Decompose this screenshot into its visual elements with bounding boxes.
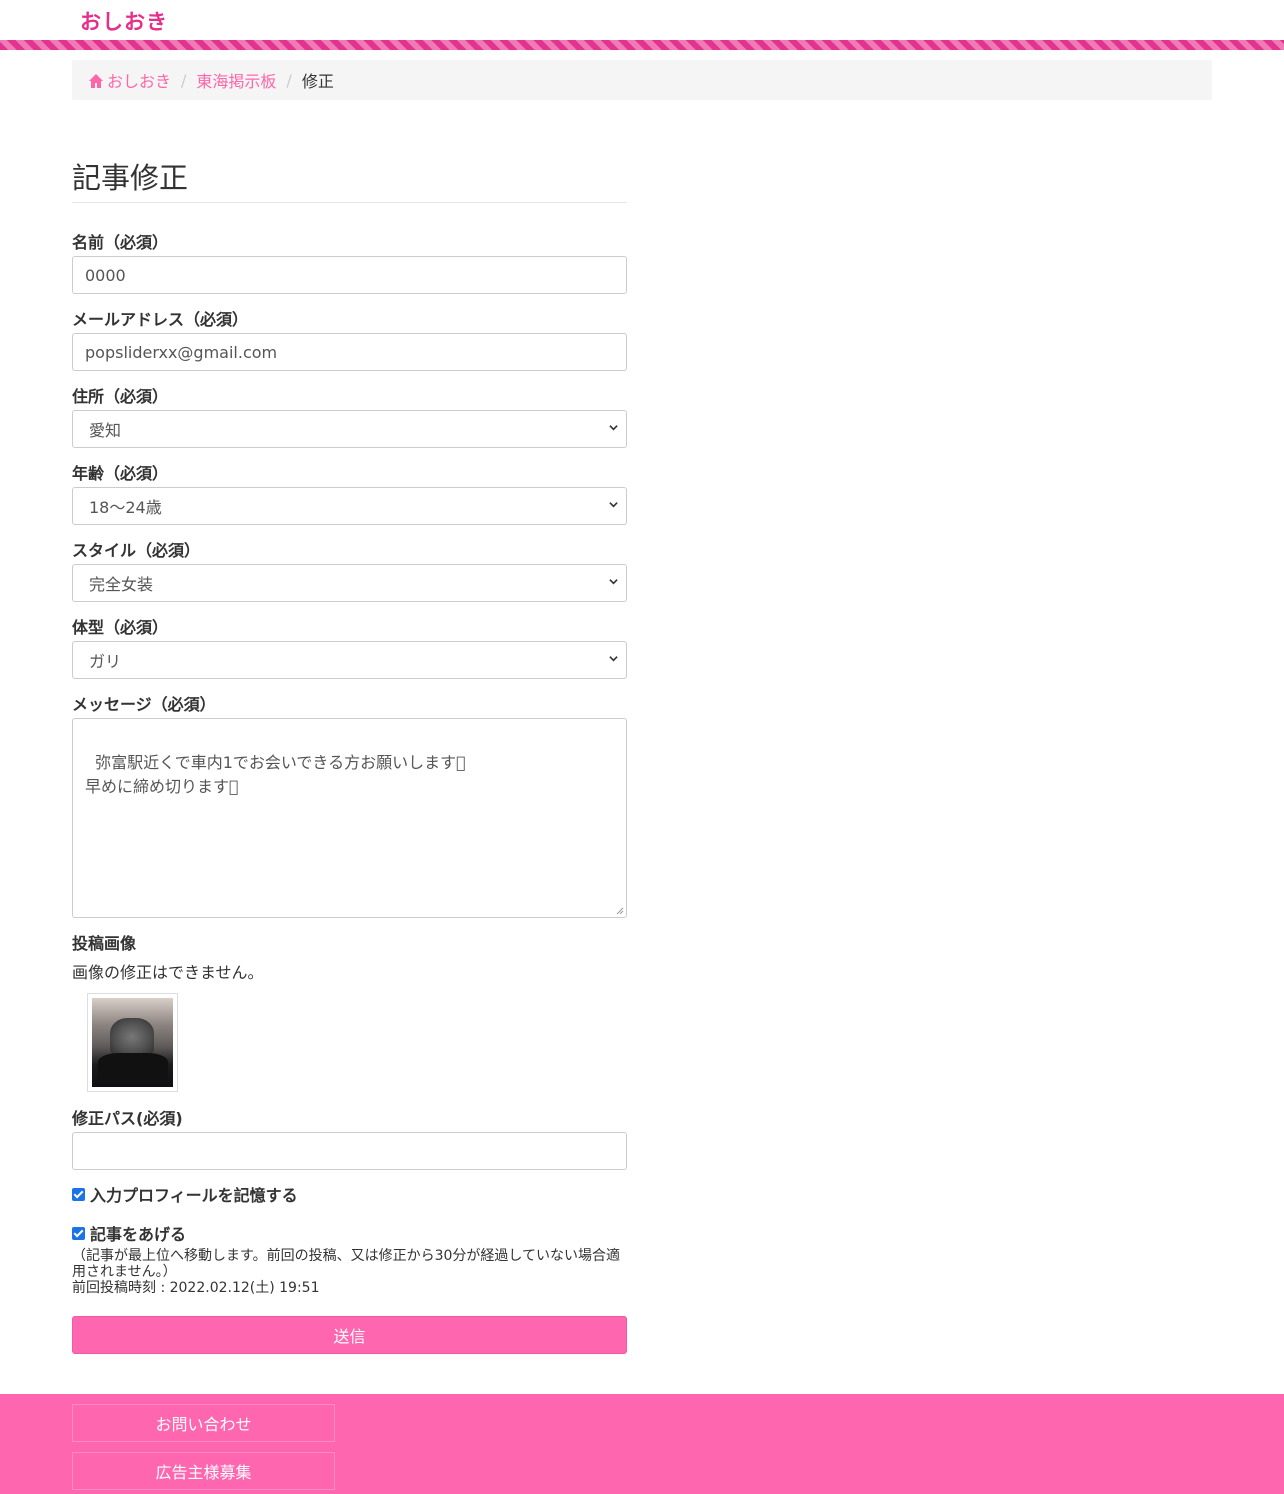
post-image (92, 998, 173, 1087)
remember-profile-row: 入力プロフィールを記憶する (72, 1182, 298, 1206)
breadcrumb-current: 修正 (301, 72, 334, 91)
email-label: メールアドレス（必須） (72, 310, 249, 329)
message-textarea[interactable]: 弥富駅近くで車内1でお会いできる方お願いします  早めに締め切ります  (72, 718, 627, 918)
age-select[interactable]: 18〜24歳 (72, 487, 627, 525)
chevron-down-icon (609, 502, 618, 508)
style-select[interactable]: 完全女装 (72, 564, 627, 602)
resize-handle-icon[interactable] (616, 907, 624, 915)
top-bar: おしおき (0, 0, 1284, 40)
message-label: メッセージ（必須） (72, 695, 216, 714)
address-label: 住所（必須） (72, 387, 169, 406)
name-label: 名前（必須） (72, 233, 169, 252)
body-type-select[interactable]: ガリ (72, 641, 627, 679)
post-image-thumbnail (87, 993, 178, 1092)
message-text: 弥富駅近くで車内1でお会いできる方お願いします  早めに締め切ります  (85, 753, 466, 796)
last-post-time: 前回投稿時刻 : 2022.02.12(土) 19:51 (72, 1280, 320, 1296)
body-type-label: 体型（必須） (72, 618, 169, 637)
submit-button[interactable]: 送信 (72, 1316, 627, 1354)
breadcrumb-home[interactable]: おしおき (88, 68, 171, 92)
body-type-select-value: ガリ (89, 652, 122, 671)
bump-note: （記事が最上位へ移動します。前回の投稿、又は修正から30分が経過していない場合適… (72, 1248, 620, 1280)
remember-profile-label[interactable]: 入力プロフィールを記憶する (90, 1182, 298, 1206)
remember-profile-checkbox[interactable] (72, 1187, 85, 1201)
advertisers-button[interactable]: 広告主様募集 (72, 1452, 335, 1490)
breadcrumb-separator: / (181, 70, 187, 90)
password-input[interactable] (72, 1132, 627, 1170)
chevron-down-icon (609, 425, 618, 431)
breadcrumb-separator: / (286, 70, 292, 90)
email-input[interactable]: popsliderxx@gmail.com (72, 333, 627, 371)
bump-post-row: 記事をあげる (72, 1221, 186, 1245)
page-title: 記事修正 (72, 161, 189, 195)
address-select[interactable]: 愛知 (72, 410, 627, 448)
password-label: 修正パス(必須) (72, 1109, 183, 1128)
address-select-value: 愛知 (89, 421, 122, 440)
style-label: スタイル（必須） (72, 541, 201, 560)
footer: お問い合わせ 広告主様募集 (0, 1394, 1284, 1494)
image-note: 画像の修正はできません。 (72, 963, 264, 982)
image-label: 投稿画像 (72, 934, 137, 953)
breadcrumb-board[interactable]: 東海掲示板 (196, 68, 276, 92)
site-logo[interactable]: おしおき (80, 6, 168, 36)
age-select-value: 18〜24歳 (89, 498, 162, 517)
header-stripe (0, 40, 1284, 50)
chevron-down-icon (609, 579, 618, 585)
chevron-down-icon (609, 656, 618, 662)
bump-post-label[interactable]: 記事をあげる (90, 1221, 186, 1245)
name-input[interactable]: 0000 (72, 256, 627, 294)
age-label: 年齢（必須） (72, 464, 169, 483)
bump-post-checkbox[interactable] (72, 1226, 85, 1240)
style-select-value: 完全女装 (89, 575, 154, 594)
breadcrumb-home-label: おしおき (107, 72, 172, 91)
title-divider (72, 202, 627, 203)
home-icon (89, 74, 103, 88)
contact-button[interactable]: お問い合わせ (72, 1404, 335, 1442)
breadcrumb: おしおき / 東海掲示板 / 修正 (72, 60, 1212, 100)
